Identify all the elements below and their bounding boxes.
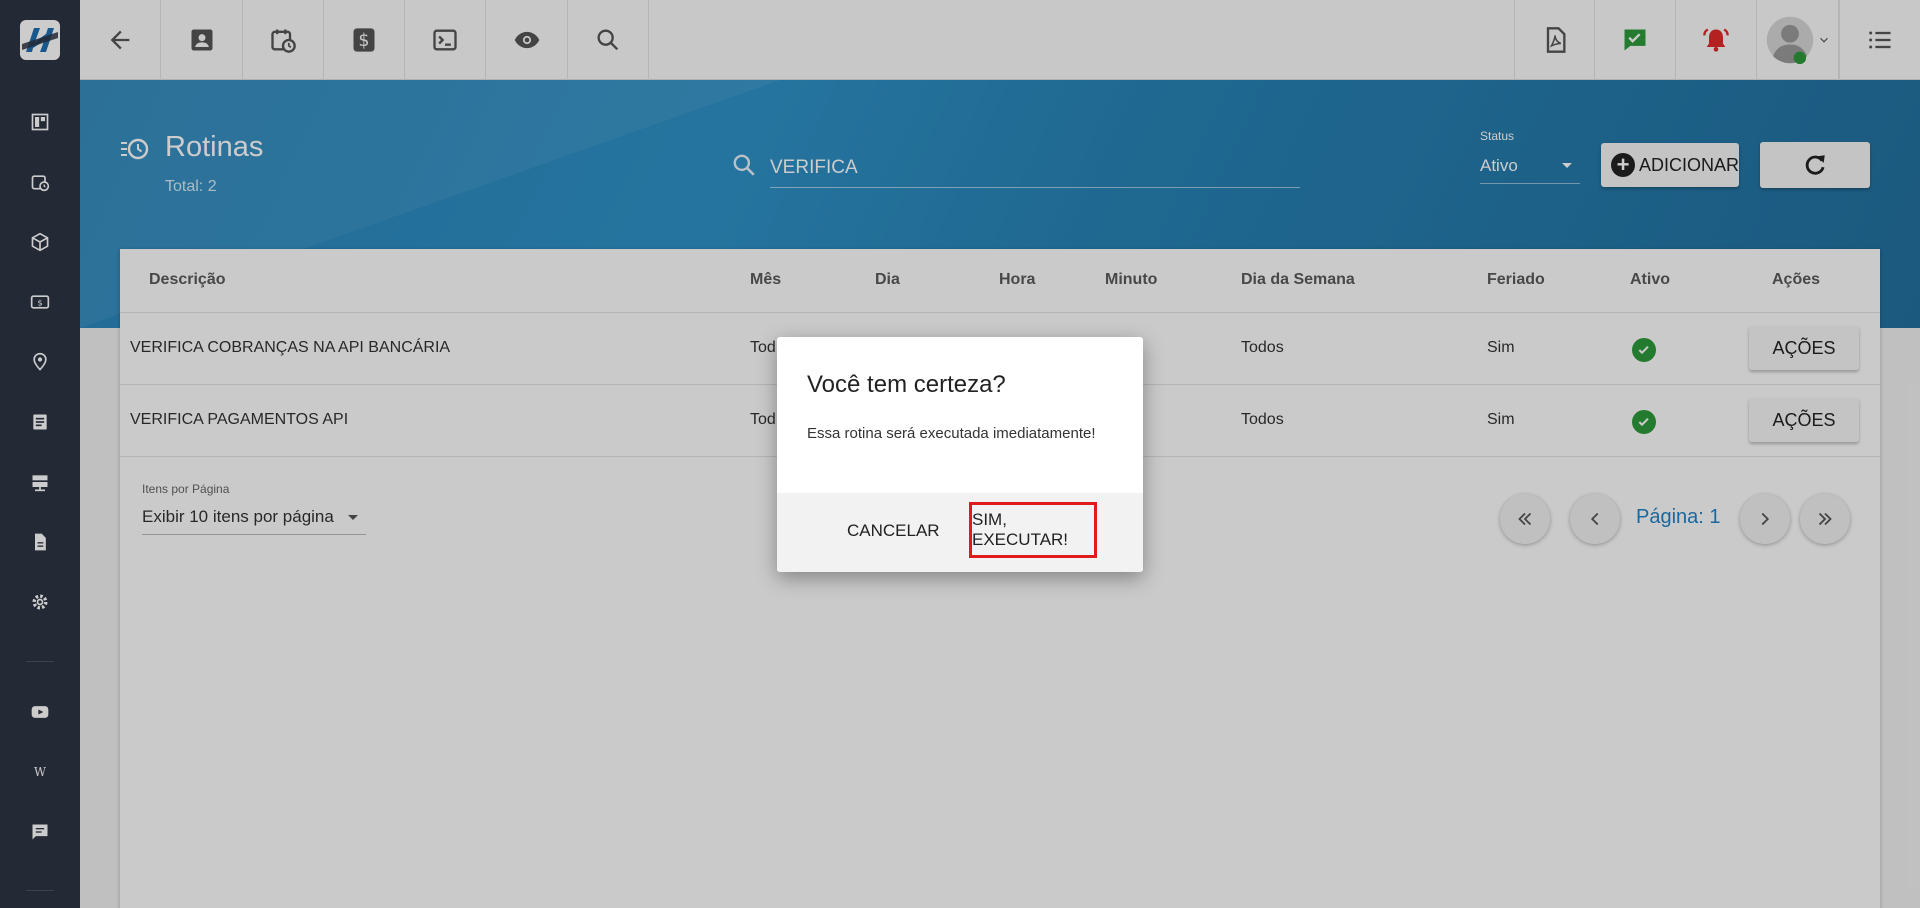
confirm-execute-button[interactable]: SIM, EXECUTAR!	[969, 502, 1097, 558]
dialog-title: Você tem certeza?	[807, 371, 1006, 398]
dialog-footer: CANCELAR SIM, EXECUTAR!	[777, 493, 1143, 572]
cancel-button[interactable]: CANCELAR	[847, 521, 940, 541]
dialog-message: Essa rotina será executada imediatamente…	[807, 425, 1096, 442]
confirm-dialog: Você tem certeza? Essa rotina será execu…	[777, 337, 1143, 572]
